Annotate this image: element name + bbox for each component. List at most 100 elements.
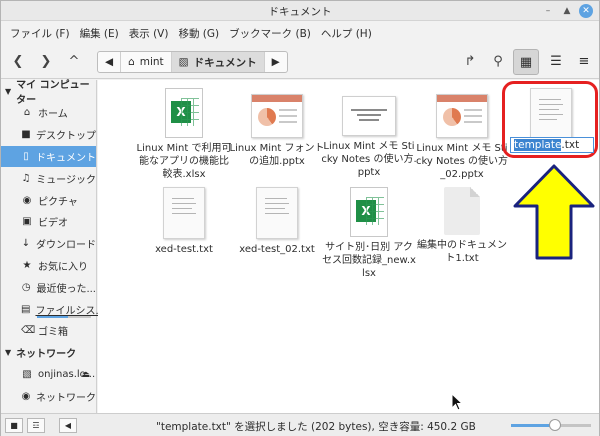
document-icon: ▯ — [23, 150, 29, 162]
list-view-icon[interactable]: ☰ — [543, 49, 569, 75]
sidebar-item-label: ゴミ箱 — [38, 327, 68, 339]
file-name: Linux Mint メモ Sticky Notes の使い方.pptx — [321, 141, 417, 178]
file-name: Linux Mint メモ Sticky Notes の使い方_02.pptx — [415, 143, 509, 180]
sidebar-item-label: デスクトップ — [36, 131, 96, 143]
menu-bookmarks[interactable]: ブックマーク (B) — [224, 26, 316, 41]
disk-usage-bar — [37, 315, 91, 318]
home-icon: ⌂ — [23, 107, 31, 119]
sidebar-item-home[interactable]: ⌂ ホーム — [1, 102, 96, 124]
sidebar-item-downloads[interactable]: ↓ ダウンロード — [1, 233, 96, 255]
file-item[interactable]: xed-test.txt — [136, 187, 232, 256]
folder-icon: ▧ — [178, 56, 189, 68]
sidebar-item-recent[interactable]: ◷ 最近使った... — [1, 276, 96, 298]
menu-view[interactable]: 表示 (V) — [124, 26, 174, 41]
rename-selected-text: template — [514, 139, 562, 151]
music-icon: ♫ — [21, 172, 31, 184]
icon-view-icon[interactable]: ▦ — [513, 49, 539, 75]
sidebar-item-label: お気に入り — [38, 261, 88, 273]
sidebar-item-label: ホーム — [38, 109, 68, 121]
sidebar-item-label: ピクチャ — [38, 196, 78, 208]
file-name: Linux Mint で利用可能なアプリの機能比較表.xlsx — [136, 143, 232, 180]
sidebar-section-label: ネットワーク — [16, 349, 77, 361]
file-item[interactable]: Linux Mint メモ Sticky Notes の使い方.pptx — [321, 88, 417, 179]
rename-extension-text: .txt — [561, 139, 580, 151]
file-item[interactable]: X Linux Mint で利用可能なアプリの機能比較表.xlsx — [136, 88, 232, 181]
file-name: サイト別･日別 アクセス回数記録_new.xlsx — [322, 242, 416, 279]
menu-go[interactable]: 移動 (G) — [173, 26, 224, 41]
eject-icon[interactable]: ⏏ — [81, 370, 90, 380]
status-bar: ■ ☲ ◀ "template.txt" を選択しました (202 bytes)… — [1, 413, 599, 436]
minimize-icon[interactable]: – — [541, 4, 555, 18]
sidebar-item-label: ビデオ — [38, 218, 68, 230]
sidebar-item-label: 最近使った... — [36, 283, 96, 295]
menu-file[interactable]: ファイル (F) — [5, 26, 75, 41]
expand-arrow-icon: ▼ — [5, 86, 12, 96]
close-icon[interactable]: ✕ — [579, 4, 593, 18]
sidebar-section-network[interactable]: ▼ ネットワーク — [1, 342, 96, 364]
sidebar-item-documents[interactable]: ▯ ドキュメント — [1, 145, 96, 168]
desktop-icon: ■ — [21, 129, 31, 141]
sidebar-item-filesystem[interactable]: ▤ ファイルシス... — [1, 298, 105, 320]
zoom-slider[interactable] — [511, 419, 591, 431]
sidebar-item-trash[interactable]: ⌫ ゴミ箱 — [1, 320, 96, 342]
expand-arrow-icon: ▼ — [5, 348, 12, 358]
text-file-icon — [256, 187, 298, 239]
mouse-pointer-icon — [451, 393, 464, 411]
file-view[interactable]: X Linux Mint で利用可能なアプリの機能比較表.xlsx Linux … — [98, 80, 599, 413]
hide-sidebar-icon[interactable]: ◀ — [59, 418, 77, 433]
breadcrumb: ◀ ⌂ mint ▧ ドキュメント ▶ — [97, 51, 288, 73]
breadcrumb-prev-button[interactable]: ◀ — [98, 52, 122, 72]
back-arrow-icon[interactable]: ❮ — [7, 51, 29, 73]
sidebar-section-computer[interactable]: ▼ マイ コンピューター — [1, 80, 96, 106]
sidebar-item-desktop[interactable]: ■ デスクトップ — [1, 124, 96, 146]
sidebar-item-label: ファイルシス... — [35, 305, 105, 317]
sidebar-item-music[interactable]: ♫ ミュージック — [1, 167, 96, 189]
trash-icon: ⌫ — [21, 325, 36, 337]
open-terminal-icon[interactable]: ↱ — [459, 51, 481, 73]
toolbar: ❮ ❯ ^ ◀ ⌂ mint ▧ ドキュメント ▶ ↱ ⚲ ▦ ☰ ≡ — [1, 45, 599, 79]
breadcrumb-current[interactable]: ▧ ドキュメント — [171, 52, 265, 72]
file-item[interactable]: X サイト別･日別 アクセス回数記録_new.xlsx — [321, 187, 417, 280]
file-name: xed-test_02.txt — [239, 244, 315, 255]
file-manager-window: ドキュメント – ▲ ✕ ファイル (F) 編集 (E) 表示 (V) 移動 (… — [0, 0, 600, 436]
file-item[interactable]: Linux Mint メモ Sticky Notes の使い方_02.pptx — [414, 88, 510, 181]
menu-bar: ファイル (F) 編集 (E) 表示 (V) 移動 (G) ブックマーク (B)… — [1, 22, 599, 44]
zoom-slider-handle[interactable] — [549, 419, 561, 431]
sidebar-item-videos[interactable]: ▣ ビデオ — [1, 211, 96, 233]
file-name: 編集中のドキュメント1.txt — [417, 240, 507, 264]
menu-edit[interactable]: 編集 (E) — [75, 26, 124, 41]
search-icon[interactable]: ⚲ — [487, 51, 509, 73]
breadcrumb-current-label: ドキュメント — [193, 56, 257, 69]
rename-input[interactable]: template.txt — [510, 137, 594, 153]
menu-help[interactable]: ヘルプ (H) — [316, 26, 377, 41]
file-name: Linux Mint フォントの追加.pptx — [229, 143, 325, 167]
network-icon: ◉ — [21, 390, 31, 402]
sidebar-item-network[interactable]: ◉ ネットワーク — [1, 386, 96, 408]
callout-arrow-icon — [513, 164, 595, 260]
up-arrow-icon[interactable]: ^ — [63, 51, 85, 73]
star-icon: ★ — [22, 259, 32, 271]
breadcrumb-next-button[interactable]: ▶ — [265, 52, 287, 72]
breadcrumb-parent-label: mint — [139, 56, 164, 68]
forward-arrow-icon[interactable]: ❯ — [35, 51, 57, 73]
sidebar-item-onjinas[interactable]: ▧ onjinas.lo... ⏏ — [1, 364, 96, 386]
sidebar-item-pictures[interactable]: ◉ ピクチャ — [1, 189, 96, 211]
clock-icon: ◷ — [21, 281, 31, 293]
maximize-icon[interactable]: ▲ — [560, 4, 574, 18]
file-item[interactable]: Linux Mint フォントの追加.pptx — [229, 88, 325, 168]
download-icon: ↓ — [21, 238, 31, 250]
blank-file-icon — [444, 187, 480, 235]
video-icon: ▣ — [22, 216, 32, 228]
presentation-file-icon — [251, 94, 303, 138]
file-item[interactable]: xed-test_02.txt — [229, 187, 325, 256]
compact-view-icon[interactable]: ≡ — [571, 49, 597, 75]
sidebar-item-label: ミュージック — [36, 174, 96, 186]
sidebar-item-favorites[interactable]: ★ お気に入り — [1, 255, 96, 277]
presentation-file-icon — [342, 96, 396, 136]
show-treeview-icon[interactable]: ☲ — [27, 418, 45, 433]
breadcrumb-parent[interactable]: ⌂ mint — [121, 52, 172, 72]
text-file-icon — [163, 187, 205, 239]
file-item[interactable]: 編集中のドキュメント1.txt — [414, 187, 510, 265]
show-places-icon[interactable]: ■ — [5, 418, 23, 433]
title-bar: ドキュメント – ▲ ✕ — [1, 1, 599, 21]
